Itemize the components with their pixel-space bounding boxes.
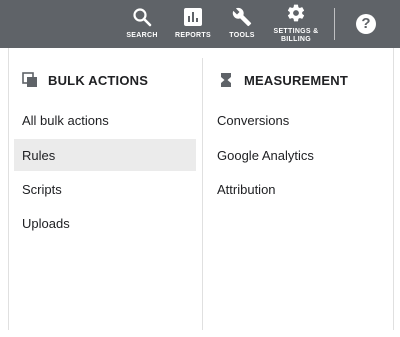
wrench-icon [231, 6, 253, 28]
measurement-header: MEASUREMENT [218, 70, 348, 90]
top-navigation-bar: SEARCH REPORTS TOOLS SETTINGS & BILLING … [0, 0, 400, 48]
menu-item-uploads[interactable]: Uploads [14, 207, 196, 239]
settings-billing-button[interactable]: SETTINGS & BILLING [268, 0, 324, 48]
tools-button[interactable]: TOOLS [222, 0, 262, 48]
bulk-actions-icon [22, 72, 37, 87]
tools-label: TOOLS [229, 32, 255, 39]
menu-item-label: Google Analytics [217, 147, 314, 163]
menu-item-label: Rules [22, 147, 56, 163]
menu-item-scripts[interactable]: Scripts [14, 173, 196, 205]
reports-label: REPORTS [175, 32, 211, 39]
reports-button[interactable]: REPORTS [173, 0, 213, 48]
menu-item-conversions[interactable]: Conversions [209, 104, 389, 136]
hourglass-icon [221, 73, 231, 87]
topbar-divider [334, 8, 335, 40]
help-icon: ? [361, 15, 371, 32]
menu-item-label: Uploads [22, 215, 70, 231]
menu-item-rules[interactable]: Rules [14, 139, 196, 171]
bar-chart-icon [182, 6, 204, 28]
help-button[interactable]: ? [356, 14, 376, 34]
menu-item-label: All bulk actions [22, 112, 109, 128]
bulk-actions-title: BULK ACTIONS [48, 72, 149, 88]
bulk-actions-header: BULK ACTIONS [22, 70, 148, 90]
settings-label-line2: BILLING [280, 36, 312, 43]
measurement-title: MEASUREMENT [244, 72, 349, 88]
search-button[interactable]: SEARCH [122, 0, 162, 48]
menu-item-label: Conversions [217, 112, 290, 128]
search-label: SEARCH [126, 32, 158, 39]
search-icon [131, 6, 153, 28]
menu-item-label: Scripts [22, 181, 62, 197]
settings-label-line1: SETTINGS & [273, 28, 319, 35]
menu-item-all-bulk-actions[interactable]: All bulk actions [14, 104, 196, 136]
menu-item-attribution[interactable]: Attribution [209, 173, 389, 205]
column-divider [202, 58, 203, 330]
menu-item-label: Attribution [217, 181, 276, 197]
menu-item-google-analytics[interactable]: Google Analytics [209, 139, 389, 171]
gear-icon [285, 2, 307, 24]
